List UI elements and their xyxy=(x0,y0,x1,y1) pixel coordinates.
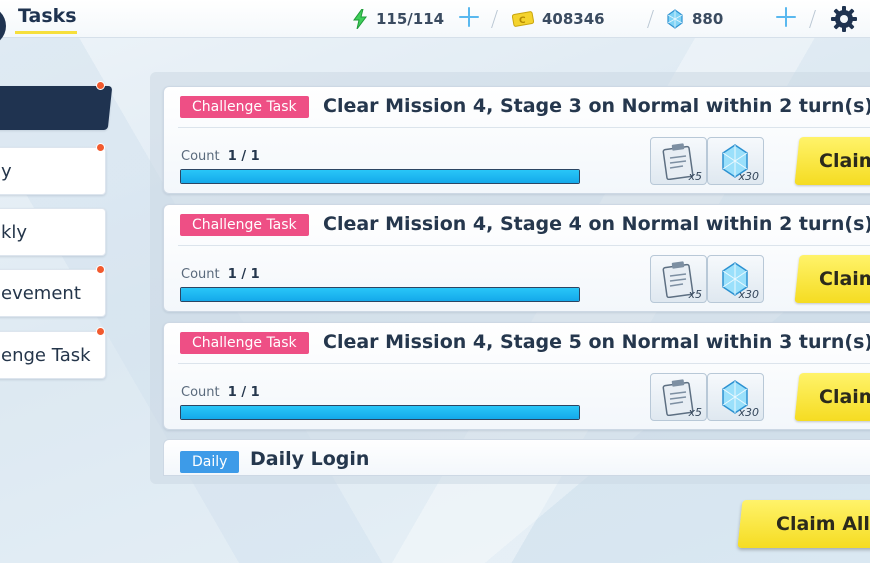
sidebar-item-challenge-task[interactable]: enge Task xyxy=(0,331,106,379)
sidebar-item-label: evement xyxy=(1,282,81,304)
reward-crystal[interactable]: x30 xyxy=(707,255,764,303)
add-stamina-button[interactable] xyxy=(458,6,480,28)
task-card-daily: Daily Daily Login xyxy=(163,439,870,476)
gear-icon[interactable] xyxy=(830,5,858,33)
gold-value: 408346 xyxy=(542,10,605,28)
task-card: Challenge Task Clear Mission 4, Stage 4 … xyxy=(163,204,870,312)
reward-qty: x30 xyxy=(738,406,759,419)
reward-qty: x30 xyxy=(738,170,759,183)
claim-button[interactable]: Claim xyxy=(794,255,870,303)
gem-value: 880 xyxy=(692,10,724,28)
sidebar-item-label: enge Task xyxy=(1,344,91,366)
stamina-value: 115/114 xyxy=(376,10,445,28)
lightning-icon xyxy=(352,9,368,29)
sidebar-item-daily[interactable]: y xyxy=(0,147,106,195)
notification-dot xyxy=(96,143,105,152)
task-card: Challenge Task Clear Mission 4, Stage 5 … xyxy=(163,322,870,430)
challenge-task-tag: Challenge Task xyxy=(180,332,309,354)
page-title: Tasks xyxy=(18,5,77,27)
card-divider xyxy=(178,127,870,128)
claim-all-button[interactable]: Claim All xyxy=(737,500,870,548)
task-title: Daily Login xyxy=(250,448,370,470)
reward-crystal[interactable]: x30 xyxy=(707,373,764,421)
count-label: Count 1 / 1 xyxy=(181,149,260,164)
task-card: Challenge Task Clear Mission 4, Stage 3 … xyxy=(163,86,870,194)
progress-bar xyxy=(180,287,580,302)
reward-document[interactable]: x5 xyxy=(650,255,707,303)
claim-button[interactable]: Claim xyxy=(794,373,870,421)
sidebar-item-weekly[interactable]: kly xyxy=(0,208,106,256)
crystal-icon xyxy=(666,9,684,29)
notification-dot xyxy=(96,327,105,336)
challenge-task-tag: Challenge Task xyxy=(180,96,309,118)
progress-fill xyxy=(181,288,579,301)
divider xyxy=(491,10,498,28)
stamina-display: 115/114 xyxy=(352,8,444,30)
task-title: Clear Mission 4, Stage 4 on Normal withi… xyxy=(323,213,870,235)
claim-button[interactable]: Claim xyxy=(794,137,870,185)
svg-text:C: C xyxy=(519,16,526,26)
back-button[interactable] xyxy=(0,6,6,46)
reward-qty: x5 xyxy=(688,406,702,419)
gold-ticket-icon: C xyxy=(512,11,534,27)
count-label: Count 1 / 1 xyxy=(181,385,260,400)
sidebar-item-achievement[interactable]: evement xyxy=(0,269,106,317)
gold-display: C 408346 xyxy=(512,8,605,30)
card-divider xyxy=(178,245,870,246)
count-value: 1 / 1 xyxy=(227,267,260,282)
progress-fill xyxy=(181,406,579,419)
count-value: 1 / 1 xyxy=(227,149,260,164)
reward-document[interactable]: x5 xyxy=(650,373,707,421)
progress-bar xyxy=(180,169,580,184)
sidebar-item-label: kly xyxy=(1,221,28,243)
notification-dot xyxy=(96,81,105,90)
divider xyxy=(647,10,654,28)
gem-display: 880 xyxy=(666,8,723,30)
task-title: Clear Mission 4, Stage 5 on Normal withi… xyxy=(323,331,870,353)
task-title: Clear Mission 4, Stage 3 on Normal withi… xyxy=(323,95,870,117)
sidebar-item-all[interactable] xyxy=(0,86,113,130)
reward-qty: x5 xyxy=(688,288,702,301)
title-underline xyxy=(15,31,77,34)
progress-fill xyxy=(181,170,579,183)
reward-crystal[interactable]: x30 xyxy=(707,137,764,185)
reward-qty: x5 xyxy=(688,170,702,183)
reward-document[interactable]: x5 xyxy=(650,137,707,185)
daily-tag: Daily xyxy=(180,451,240,473)
notification-dot xyxy=(96,265,105,274)
add-gems-button[interactable] xyxy=(775,6,797,28)
count-label: Count 1 / 1 xyxy=(181,267,260,282)
reward-qty: x30 xyxy=(738,288,759,301)
challenge-task-tag: Challenge Task xyxy=(180,214,309,236)
top-bar: Tasks 115/114 C 408346 880 xyxy=(0,0,870,46)
count-value: 1 / 1 xyxy=(227,385,260,400)
card-divider xyxy=(178,363,870,364)
sidebar-item-label: y xyxy=(1,160,12,182)
progress-bar xyxy=(180,405,580,420)
divider xyxy=(809,10,816,28)
